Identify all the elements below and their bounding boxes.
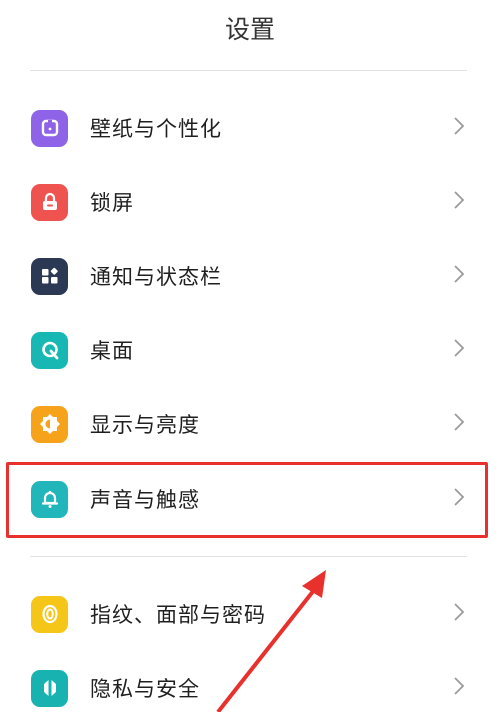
settings-item-label: 指纹、面部与密码 xyxy=(90,603,266,627)
settings-item-label: 壁纸与个性化 xyxy=(90,117,222,141)
fingerprint-icon xyxy=(31,595,68,633)
privacy-icon xyxy=(31,669,68,707)
settings-item-label: 通知与状态栏 xyxy=(90,265,222,289)
desktop-q-icon xyxy=(31,331,68,369)
wallpaper-icon xyxy=(31,109,68,147)
chevron-right-icon xyxy=(452,189,466,215)
section-divider xyxy=(30,556,467,557)
settings-item-privacy[interactable]: 隐私与安全 xyxy=(0,651,500,725)
brightness-icon xyxy=(31,405,68,443)
settings-item-desktop[interactable]: 桌面 xyxy=(0,313,500,387)
notification-grid-icon xyxy=(31,257,68,295)
settings-item-label: 桌面 xyxy=(90,339,134,363)
settings-item-wallpaper[interactable]: 壁纸与个性化 xyxy=(0,91,500,165)
lock-icon xyxy=(31,183,68,221)
settings-item-label: 显示与亮度 xyxy=(90,413,200,437)
chevron-right-icon xyxy=(452,411,466,437)
chevron-right-icon xyxy=(452,337,466,363)
settings-item-security-unlock[interactable]: 指纹、面部与密码 xyxy=(0,577,500,651)
page-title: 设置 xyxy=(224,15,275,44)
settings-item-label: 隐私与安全 xyxy=(90,677,200,701)
chevron-right-icon xyxy=(452,263,466,289)
settings-item-label: 锁屏 xyxy=(90,191,134,215)
settings-item-notifications[interactable]: 通知与状态栏 xyxy=(0,239,500,313)
header-divider xyxy=(30,70,467,71)
settings-item-lockscreen[interactable]: 锁屏 xyxy=(0,165,500,239)
chevron-right-icon xyxy=(452,601,466,627)
chevron-right-icon xyxy=(452,675,466,701)
settings-item-display[interactable]: 显示与亮度 xyxy=(0,387,500,461)
chevron-right-icon xyxy=(452,115,466,141)
highlight-box xyxy=(6,462,488,538)
